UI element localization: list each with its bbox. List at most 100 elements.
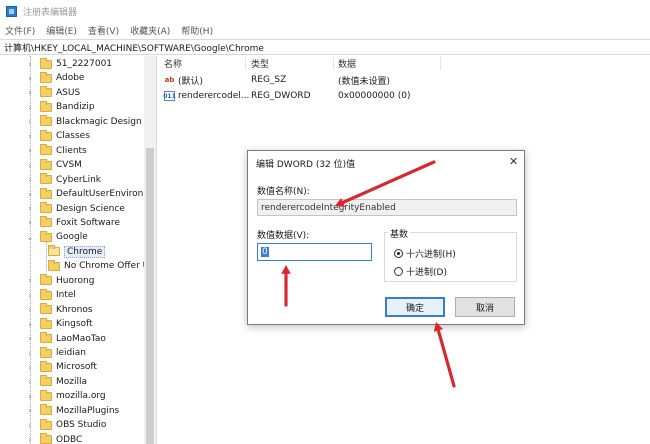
column-header-data[interactable]: 数据	[338, 57, 356, 70]
tree-item-no-chrome-offer-u[interactable]: No Chrome Offer U	[42, 259, 149, 273]
tree-item-obs-studio[interactable]: › OBS Studio	[26, 418, 106, 432]
tree-item-asus[interactable]: › ASUS	[26, 86, 80, 100]
folder-icon	[40, 288, 52, 300]
tree-item-google[interactable]: ⌄ Google	[26, 230, 88, 244]
value-name: (默认)	[178, 76, 204, 87]
tree-item-intel[interactable]: › Intel	[26, 288, 76, 302]
tree-item-bandizip[interactable]: › Bandizip	[26, 100, 95, 114]
tree-item-label: mozilla.org	[56, 391, 106, 402]
menu-bar: 文件(F) 编辑(E) 查看(V) 收藏夹(A) 帮助(H)	[0, 22, 650, 39]
folder-icon	[40, 129, 52, 141]
folder-icon	[40, 100, 52, 112]
tree-item-cyberlink[interactable]: › CyberLink	[26, 173, 101, 187]
value-name: renderercodel...	[178, 91, 250, 101]
value-data-input[interactable]: 0	[257, 243, 372, 261]
tree-item-label: No Chrome Offer U	[64, 261, 150, 272]
tree-item-mozillaplugins[interactable]: › MozillaPlugins	[26, 404, 119, 418]
tree-item-label: Clients	[56, 145, 87, 156]
tree-item-odbc[interactable]: › ODBC	[26, 433, 82, 444]
value-name-label: 数值名称(N):	[257, 187, 310, 197]
arrow-to-ok-button	[433, 322, 456, 388]
address-path: 计算机\HKEY_LOCAL_MACHINE\SOFTWARE\Google\C…	[4, 43, 264, 54]
tree-item-label: Google	[56, 232, 88, 243]
radio-hex-label: 十六进制(H)	[406, 250, 456, 260]
tree-item-label: ODBC	[56, 434, 83, 444]
string-value-icon: ab	[164, 76, 175, 84]
tree-item-label: Foxit Software	[56, 217, 120, 228]
folder-icon	[40, 433, 52, 444]
radio-hexadecimal[interactable]: 十六进制(H)	[394, 247, 456, 260]
menu-file[interactable]: 文件(F)	[5, 24, 35, 37]
tree-item-microsoft[interactable]: › Microsoft	[26, 360, 97, 374]
tree-item-blackmagic-design[interactable]: › Blackmagic Design	[26, 115, 142, 129]
folder-icon	[40, 360, 52, 372]
menu-view[interactable]: 查看(V)	[88, 24, 119, 37]
tree-scrollbar-thumb[interactable]	[146, 148, 154, 444]
tree-item-label: 51_2227001	[56, 59, 113, 69]
column-divider[interactable]	[245, 56, 246, 70]
folder-icon	[40, 418, 52, 430]
folder-icon	[48, 259, 60, 271]
address-bar[interactable]: 计算机\HKEY_LOCAL_MACHINE\SOFTWARE\Google\C…	[0, 39, 650, 55]
tree-item-label: Adobe	[56, 73, 85, 84]
open-folder-icon	[48, 245, 60, 257]
tree-item-kingsoft[interactable]: › Kingsoft	[26, 317, 93, 331]
tree-item-label: Classes	[56, 131, 90, 142]
radio-dec-label: 十进制(D)	[406, 268, 447, 278]
folder-icon	[40, 346, 52, 358]
folder-icon	[40, 86, 52, 98]
menu-help[interactable]: 帮助(H)	[181, 24, 213, 37]
tree-item-leidian[interactable]: › leidian	[26, 346, 86, 360]
value-data: 0x00000000 (0)	[338, 91, 411, 101]
column-header-type[interactable]: 类型	[251, 57, 269, 70]
column-header-name[interactable]: 名称	[164, 57, 182, 70]
ok-button[interactable]: 确定	[385, 297, 445, 317]
tree-item-label: CVSM	[56, 160, 82, 171]
close-icon[interactable]: ✕	[509, 155, 518, 168]
value-data-text: 0	[261, 247, 269, 257]
value-row-renderercode[interactable]: 011 renderercodel... REG_DWORD 0x0000000…	[163, 89, 564, 103]
folder-icon	[40, 375, 52, 387]
window-title: 注册表编辑器	[23, 7, 78, 18]
tree-item-clients[interactable]: › Clients	[26, 144, 87, 158]
value-name-field: renderercodeIntegrityEnabled	[257, 199, 517, 216]
tree-item-mozilla[interactable]: › Mozilla	[26, 375, 87, 389]
tree-item-laomaotao[interactable]: › LaoMaoTao	[26, 332, 106, 346]
tree-item-cvsm[interactable]: › CVSM	[26, 158, 82, 172]
column-divider[interactable]	[440, 56, 441, 70]
tree-item-foxit-software[interactable]: › Foxit Software	[26, 216, 120, 230]
folder-icon	[40, 158, 52, 170]
tree-item-chrome[interactable]: Chrome	[42, 245, 106, 259]
dword-value-icon: 011	[163, 91, 176, 101]
radio-decimal[interactable]: 十进制(D)	[394, 265, 447, 278]
value-row-default[interactable]: ab (默认) REG_SZ (数值未设置)	[164, 73, 564, 87]
folder-icon	[40, 187, 52, 199]
tree-connector-line	[30, 56, 31, 444]
tree-item-defaultuserenvironme[interactable]: › DefaultUserEnvironme	[26, 187, 157, 201]
tree-item-label: Huorong	[56, 275, 95, 286]
value-type: REG_SZ	[251, 75, 287, 85]
tree-item-khronos[interactable]: › Khronos	[26, 303, 93, 317]
folder-icon	[40, 332, 52, 344]
folder-icon	[40, 115, 52, 127]
tree-item-label: Kingsoft	[56, 319, 93, 330]
tree-item-adobe[interactable]: › Adobe	[26, 71, 84, 85]
tree-item-label: MozillaPlugins	[56, 405, 120, 416]
tree-item-mozilla-org[interactable]: › mozilla.org	[26, 389, 106, 403]
value-data-label: 数值数据(V):	[257, 231, 310, 241]
value-list-header: 名称 类型 数据	[160, 56, 650, 71]
tree-item-huorong[interactable]: › Huorong	[26, 274, 94, 288]
column-divider[interactable]	[333, 56, 334, 70]
regedit-app-icon	[6, 5, 17, 17]
menu-favorites[interactable]: 收藏夹(A)	[130, 24, 170, 37]
cancel-button[interactable]: 取消	[455, 297, 515, 317]
tree-item-label: OBS Studio	[56, 420, 107, 431]
tree-item-label: DefaultUserEnvironme	[56, 189, 157, 200]
dialog-title: 编辑 DWORD (32 位)值	[256, 160, 356, 170]
tree-item-51-2227001[interactable]: › 51_2227001	[26, 57, 112, 71]
key-tree: › 51_2227001 › Adobe › ASUS › Bandizip › Blackmag…	[0, 56, 157, 444]
tree-item-classes[interactable]: › Classes	[26, 129, 90, 143]
folder-icon	[40, 317, 52, 329]
menu-edit[interactable]: 编辑(E)	[46, 24, 77, 37]
tree-item-design-science[interactable]: › Design Science	[26, 202, 125, 216]
